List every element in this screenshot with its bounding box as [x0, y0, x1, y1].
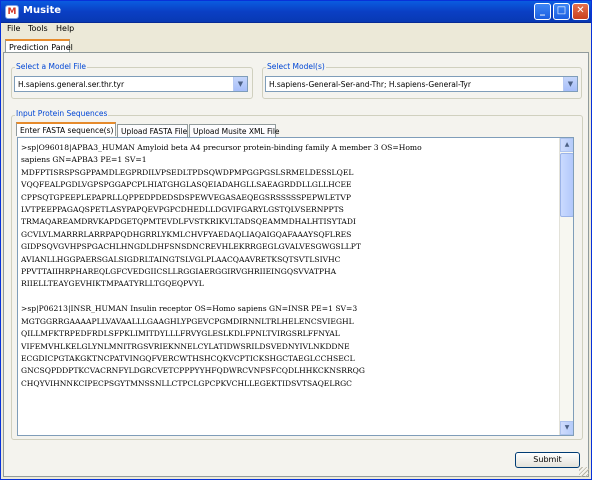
- menu-file[interactable]: File: [7, 24, 20, 33]
- sequence-line: CHQYVIHNNKCIPECPSGYTMNSSNLLCTPCLGPCPKVCH…: [21, 378, 352, 388]
- sequence-text: >sp|O96018|APBA3_HUMAN Amyloid beta A4 p…: [21, 142, 559, 390]
- close-button[interactable]: ✕: [572, 3, 589, 20]
- sequence-textarea[interactable]: >sp|O96018|APBA3_HUMAN Amyloid beta A4 p…: [17, 137, 574, 436]
- minimize-button[interactable]: _: [534, 3, 551, 20]
- sequence-line: ECGDICPGTAKGKTNCPATVINGQFVERCWTHSHCQKVCP…: [21, 353, 355, 363]
- sequence-line: GNCSQPDDPTKCVACRNFYLDGRCVETCPPPYYHFQDWRC…: [21, 366, 365, 376]
- models-label: Select Model(s): [266, 62, 326, 71]
- menu-tools[interactable]: Tools: [28, 24, 48, 33]
- app-window: M Musite _ □ ✕ File Tools Help Predictio…: [0, 0, 592, 480]
- scroll-up-icon[interactable]: ▲: [560, 138, 573, 152]
- chevron-down-icon[interactable]: ▼: [233, 77, 247, 91]
- sequence-line: >sp|O96018|APBA3_HUMAN Amyloid beta A4 p…: [21, 143, 422, 152]
- model-file-value: H.sapiens.general.ser.thr.tyr: [18, 80, 125, 89]
- sequence-line: RIIELLTEAYGEVHIKTMPAATYRLLTGQEQPVYL: [21, 279, 204, 289]
- window-title: Musite: [23, 5, 62, 16]
- model-file-label: Select a Model File: [15, 62, 87, 71]
- scroll-down-icon[interactable]: ▼: [560, 421, 573, 435]
- tab-upload-xml[interactable]: Upload Musite XML File: [189, 124, 280, 138]
- sequence-line: sapiens GN=APBA3 PE=1 SV=1: [21, 155, 147, 165]
- input-label: Input Protein Sequences: [15, 109, 109, 118]
- models-value: H.sapiens-General-Ser-and-Thr; H.sapiens…: [269, 80, 471, 89]
- sequence-line: >sp|P06213|INSR_HUMAN Insulin receptor O…: [21, 304, 358, 314]
- sequence-line: QILLMFKTRPEDFRDLSFPKLIMITDYLLLFRVYGLESLK…: [21, 329, 340, 339]
- app-icon: M: [5, 5, 19, 19]
- title-bar[interactable]: M Musite _ □ ✕: [1, 1, 591, 23]
- sequence-line: GCVLVLMARRRLARRPAPQDHGRRLYKMLCHVFYAEDAQL…: [21, 229, 352, 239]
- menu-bar: File Tools Help: [1, 23, 591, 37]
- tab-prediction-panel[interactable]: Prediction Panel: [5, 39, 73, 53]
- tab-upload-fasta[interactable]: Upload FASTA File: [117, 124, 188, 138]
- sequence-line: MGTGGRRGAAAAPLLVAVAALLLGAAGHLYPGEVCPGMDI…: [21, 316, 354, 326]
- chevron-down-icon[interactable]: ▼: [563, 77, 577, 91]
- vertical-scrollbar[interactable]: ▲ ▼: [559, 138, 573, 435]
- sequence-line: AVIANLLHGGPAERSGALSIGDRLTAINGTSLVGLPLAAC…: [21, 254, 341, 264]
- model-file-select[interactable]: H.sapiens.general.ser.thr.tyr ▼: [14, 76, 248, 92]
- menu-help[interactable]: Help: [56, 24, 74, 33]
- tab-enter-fasta[interactable]: Enter FASTA sequence(s): [16, 122, 116, 136]
- submit-button[interactable]: Submit: [515, 452, 580, 468]
- sequence-line: LVTPEEPPAGAQSPETLASYPAPQEVPGPCDHEDLLDGVI…: [21, 205, 344, 215]
- sequence-line: TRMAQAREAMDRVKAPDGETQPMTEVDLFVSTKRIKVLTA…: [21, 217, 356, 227]
- sequence-line: [21, 291, 559, 303]
- sequence-line: MDFPTISRSPSGPPAMDLEGPRDILVPSEDLTPDSQWDPM…: [21, 167, 354, 177]
- sequence-line: CPPSQTGPEEPLEPAPRLLQPPEDPDEDSDSPEWVEGASA…: [21, 192, 351, 202]
- resize-grip-icon[interactable]: [579, 467, 589, 477]
- sequence-line: PPVTTAIIHRPHAREQLGFCVEDGIICSLLRGGIAERGGI…: [21, 267, 337, 277]
- scroll-thumb[interactable]: [560, 153, 573, 217]
- sequence-line: VIFEMVHLKELGLYNLMNITRGSVRIEKNNELCYLATIDW…: [21, 341, 350, 351]
- models-select[interactable]: H.sapiens-General-Ser-and-Thr; H.sapiens…: [265, 76, 578, 92]
- sequence-line: GIDPSQVGVHPSPGACHLHNGDLDHFSNSDNCREVHLEKR…: [21, 242, 361, 252]
- sequence-line: VQQFEALPGDLVGPSPGGAPCPLHIATGHGLASQEIADAH…: [21, 180, 352, 190]
- maximize-button[interactable]: □: [553, 3, 570, 20]
